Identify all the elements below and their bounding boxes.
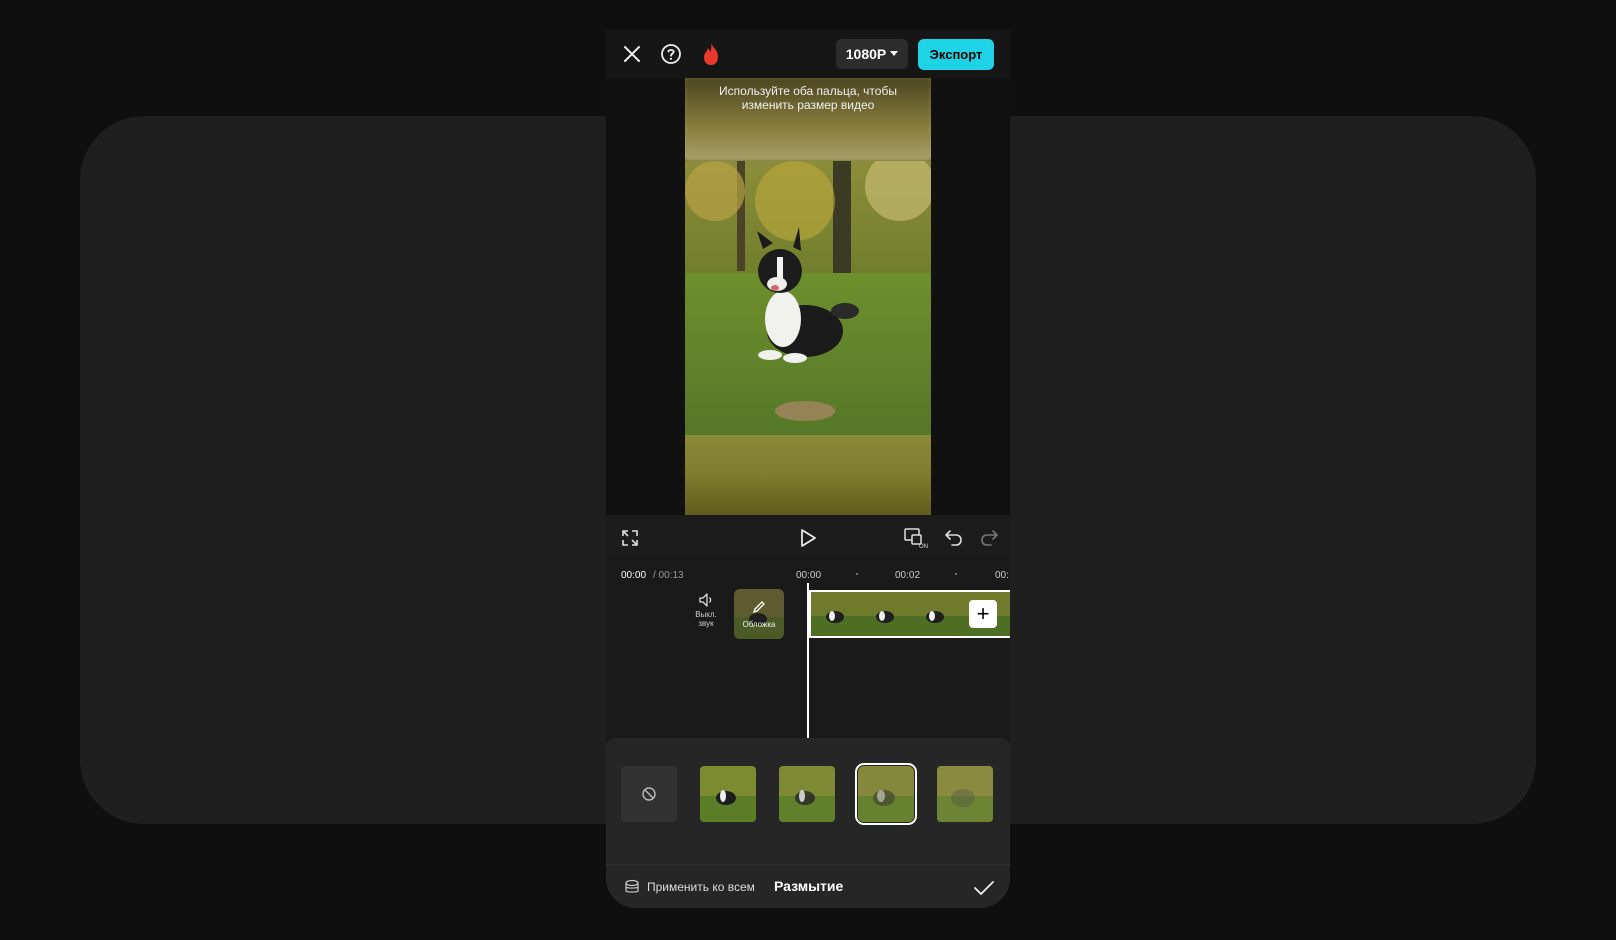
resize-hint-line2: изменить размер видео bbox=[741, 98, 875, 112]
ruler-tick: 00: bbox=[995, 570, 1009, 581]
confirm-check-icon[interactable] bbox=[972, 877, 996, 899]
mute-audio-button[interactable]: Выкл. звук bbox=[686, 592, 726, 628]
chevron-down-icon bbox=[890, 51, 899, 56]
ruler-dot bbox=[955, 573, 957, 575]
play-icon[interactable] bbox=[794, 525, 822, 551]
cover-button[interactable]: Обложка bbox=[734, 589, 784, 639]
bottom-bar: Применить ко всем Размытие bbox=[606, 864, 1010, 908]
resolution-label: 1080P bbox=[845, 46, 887, 62]
add-clip-button[interactable]: + bbox=[969, 600, 997, 628]
pip-on-icon[interactable]: ON bbox=[903, 525, 929, 551]
apply-all-button[interactable]: Применить ко всем bbox=[647, 880, 755, 894]
speaker-icon bbox=[699, 593, 712, 607]
close-icon[interactable] bbox=[618, 40, 646, 68]
none-icon bbox=[642, 787, 656, 801]
ruler-dot bbox=[856, 573, 858, 575]
clip-frame bbox=[811, 592, 861, 636]
dog-photo-image bbox=[685, 161, 931, 435]
video-frame bbox=[685, 161, 931, 435]
playback-controls: ON bbox=[606, 515, 1010, 559]
blur-option-1[interactable] bbox=[700, 766, 756, 822]
clip-frame bbox=[911, 592, 961, 636]
mute-label-line2: звук bbox=[698, 619, 714, 628]
editor-window: 1080P Экспорт Используйте оба пальца, чт… bbox=[606, 30, 1010, 908]
panel-title: Размытие bbox=[774, 878, 844, 894]
video-preview: Используйте оба пальца, чтобы изменить р… bbox=[606, 78, 1010, 515]
blur-option-3[interactable] bbox=[855, 763, 917, 825]
export-button[interactable]: Экспорт bbox=[918, 39, 994, 70]
current-time: 00:00 bbox=[621, 570, 647, 581]
cover-label: Обложка bbox=[742, 620, 776, 629]
pencil-icon bbox=[752, 601, 765, 614]
total-time: / 00:13 bbox=[653, 570, 684, 581]
undo-icon[interactable] bbox=[942, 525, 966, 551]
blurred-background-bottom bbox=[685, 435, 931, 515]
mute-label-line1: Выкл. bbox=[695, 610, 717, 619]
time-ruler: 00:00 / 00:13 00:00 00:02 00: bbox=[606, 559, 1010, 585]
top-bar: 1080P Экспорт bbox=[606, 30, 1010, 78]
blur-none-option[interactable] bbox=[621, 766, 677, 822]
resolution-dropdown[interactable]: 1080P bbox=[836, 39, 908, 69]
svg-text:ON: ON bbox=[919, 544, 928, 549]
video-canvas[interactable]: Используйте оба пальца, чтобы изменить р… bbox=[685, 78, 931, 515]
clip-frame bbox=[861, 592, 911, 636]
playhead[interactable] bbox=[807, 583, 809, 748]
resize-hint: Используйте оба пальца, чтобы изменить р… bbox=[685, 84, 931, 112]
ruler-tick: 00:00 bbox=[796, 570, 822, 581]
ruler-tick: 00:02 bbox=[895, 570, 921, 581]
help-icon[interactable] bbox=[657, 40, 685, 68]
fullscreen-icon[interactable] bbox=[618, 526, 642, 550]
apply-all-icon[interactable] bbox=[622, 877, 642, 897]
cover-thumbnail bbox=[734, 589, 784, 639]
flame-icon[interactable] bbox=[697, 40, 725, 68]
resize-hint-line1: Используйте оба пальца, чтобы bbox=[719, 84, 897, 98]
blur-option-2[interactable] bbox=[779, 766, 835, 822]
redo-icon[interactable] bbox=[977, 525, 1001, 551]
blur-option-4[interactable] bbox=[937, 766, 993, 822]
